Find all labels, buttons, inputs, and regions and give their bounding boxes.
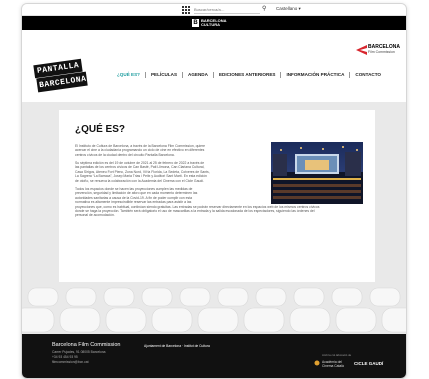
nav-item-ediciones-anteriores[interactable]: EDICIONES ANTERIORES <box>212 72 281 78</box>
main-area: ¿QUÉ ES? El Instituto de Cultura de Barc… <box>22 102 406 334</box>
nav-item-que-es[interactable]: ¿QUÉ ES? <box>112 72 145 78</box>
language-selector[interactable]: Castellano ▾ <box>276 6 301 12</box>
nav-item-contacto[interactable]: CONTACTO <box>349 72 386 78</box>
footer-email[interactable]: filmcommission@bcn.cat <box>52 360 89 364</box>
barcelona-film-commission-logo[interactable]: BARCELONA Film Commission <box>356 44 400 58</box>
cinema-seats-background <box>22 282 406 334</box>
search-input[interactable] <box>194 6 260 14</box>
partner-logo-line2: Film Commission <box>368 50 395 54</box>
footer-links[interactable]: Ajuntament de Barcelona · Institut de Cu… <box>144 344 210 348</box>
site-header: PANTALLA BARCELONA BARCELONA Film Commis… <box>22 30 406 102</box>
search-icon[interactable]: ⚲ <box>262 5 266 12</box>
footer-partner-cicle-gaudi[interactable]: CICLE GAUDÍ <box>354 361 383 366</box>
cinema-night-image <box>271 142 363 204</box>
paragraph-line: de otoño, se renueva la colaboración con… <box>75 178 205 183</box>
footer-collab-label: Amb la col·laboració de <box>322 353 352 357</box>
paragraph-line: centros cívicos de la ciudad dentro del … <box>75 152 175 157</box>
nav-item-agenda[interactable]: AGENDA <box>182 72 213 78</box>
paragraph-line: personal de acomodación. <box>75 213 115 218</box>
brand-mark: B <box>192 19 199 27</box>
browser-window: ⚲ Castellano ▾ B BARCELONA CULTURA PANTA… <box>21 3 407 379</box>
footer-address: Carrer Pujades, 91 08005 Barcelona <box>52 350 106 354</box>
academia-logo-icon <box>314 360 320 366</box>
content-card: ¿QUÉ ES? El Instituto de Cultura de Barc… <box>59 110 375 282</box>
outdoor-cinema-photo <box>271 142 363 204</box>
page-title: ¿QUÉ ES? <box>75 124 126 135</box>
barcelona-cultura-bar: B BARCELONA CULTURA <box>22 16 406 30</box>
footer-title: Barcelona Film Commission <box>52 342 121 348</box>
nav-item-peliculas[interactable]: PELÍCULAS <box>144 72 182 78</box>
apps-grid-icon[interactable] <box>182 6 190 14</box>
nav-item-informacion-practica[interactable]: INFORMACIÓN PRÁCTICA <box>280 72 349 78</box>
site-footer: Barcelona Film Commission Carrer Pujades… <box>22 334 406 378</box>
brand-line2: CULTURA <box>201 22 221 27</box>
main-nav: ¿QUÉ ES? PELÍCULAS AGENDA EDICIONES ANTE… <box>112 72 386 78</box>
barcelona-cultura-logo[interactable]: B BARCELONA CULTURA <box>192 18 227 28</box>
pantalla-barcelona-logo[interactable]: PANTALLA BARCELONA <box>33 58 89 96</box>
top-utility-bar: ⚲ Castellano ▾ <box>22 4 406 16</box>
film-commission-mark-icon <box>356 45 367 55</box>
footer-partner-academia[interactable]: Acadèmia del Cinema Català <box>322 360 350 368</box>
seats-illustration <box>22 282 406 334</box>
footer-phone: +34 93 454 93 95 <box>52 355 78 359</box>
